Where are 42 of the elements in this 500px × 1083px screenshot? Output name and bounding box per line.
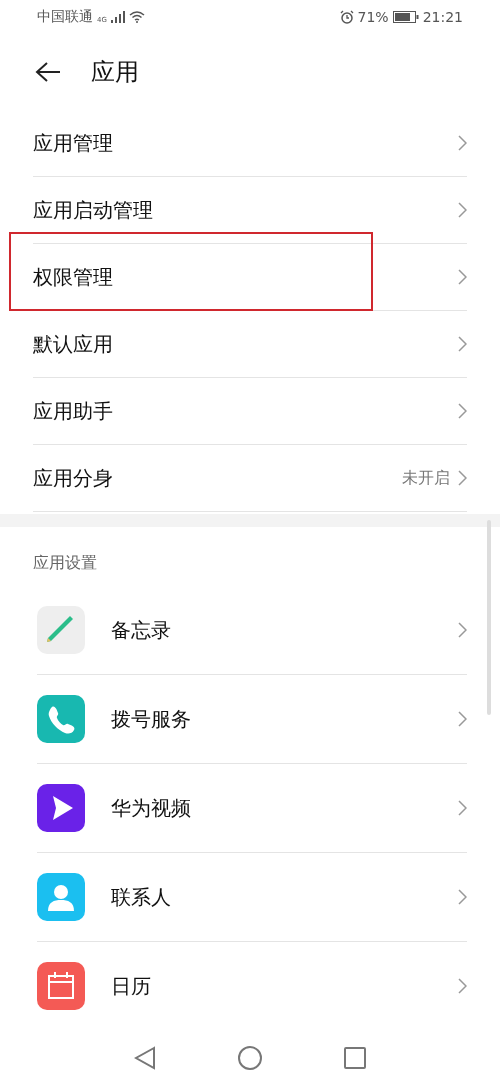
menu-item[interactable]: 默认应用: [33, 311, 467, 378]
carrier-name: 中国联通: [37, 8, 93, 26]
chevron-icon: [458, 135, 467, 151]
battery-icon: [392, 11, 419, 23]
phone-icon: [37, 695, 85, 743]
chevron-icon: [458, 202, 467, 218]
app-item[interactable]: 拨号服务: [37, 675, 467, 764]
chevron-icon: [458, 711, 467, 727]
menu-item[interactable]: 应用管理: [33, 110, 467, 177]
menu-item[interactable]: 应用分身 未开启: [33, 445, 467, 512]
signal-icon: [110, 11, 125, 23]
page-title: 应用: [91, 57, 139, 88]
play-icon: [37, 784, 85, 832]
alarm-icon: [339, 10, 354, 24]
app-item[interactable]: 联系人: [37, 853, 467, 942]
home-icon[interactable]: [238, 1046, 262, 1070]
app-item[interactable]: 备忘录: [37, 586, 467, 675]
back-icon[interactable]: [134, 1046, 156, 1070]
chevron-icon: [458, 470, 467, 486]
back-arrow-icon: [35, 61, 61, 83]
notepad-icon: [37, 606, 85, 654]
chevron-icon: [458, 336, 467, 352]
chevron-icon: [458, 269, 467, 285]
wifi-icon: [128, 11, 145, 23]
chevron-icon: [458, 800, 467, 816]
recents-icon[interactable]: [344, 1047, 366, 1069]
chevron-icon: [458, 978, 467, 994]
battery-percent: 71%: [357, 9, 389, 25]
section-title: 应用设置: [32, 552, 98, 574]
menu-item[interactable]: 应用助手: [33, 378, 467, 445]
chevron-icon: [458, 889, 467, 905]
back-button[interactable]: [33, 59, 63, 85]
item-value: 未开启: [402, 467, 450, 489]
person-icon: [37, 873, 85, 921]
menu-item[interactable]: 应用启动管理: [33, 177, 467, 244]
app-item[interactable]: 华为视频: [37, 764, 467, 853]
app-item[interactable]: 日历: [37, 942, 467, 1030]
calendar-icon: [37, 962, 85, 1010]
clock-time: 21:21: [422, 9, 463, 25]
menu-item[interactable]: 权限管理: [33, 244, 467, 311]
chevron-icon: [458, 622, 467, 638]
chevron-icon: [458, 403, 467, 419]
